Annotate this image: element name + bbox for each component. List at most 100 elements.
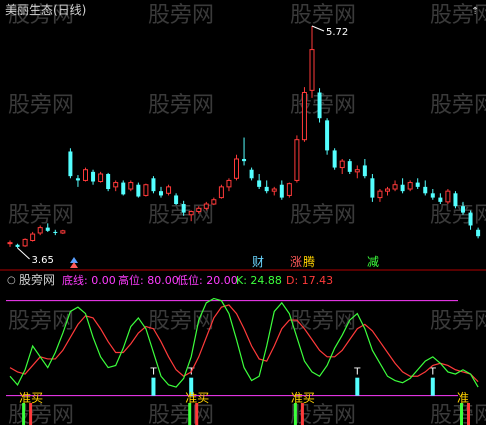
- watermark-text: 股旁网: [148, 403, 214, 425]
- candle: [325, 118, 330, 155]
- buy-signal-bar-green: [460, 403, 463, 425]
- watermark-layer: 股旁网 股旁网 股旁网 股旁网股旁网 股旁网 股旁网 股旁网股旁网 股旁网 股旁网 股旁网股旁网股…: [8, 3, 486, 425]
- watermark-text: 股旁网: [430, 309, 486, 334]
- candle: [347, 158, 352, 174]
- candle: [354, 165, 360, 179]
- candle: [226, 178, 232, 192]
- watermark-text: 股旁网: [148, 309, 214, 334]
- watermark-text: 股旁网: [290, 309, 356, 334]
- watermark-text: 股旁网: [148, 3, 214, 28]
- top-signal-label: T: [353, 367, 361, 378]
- candle: [400, 178, 405, 194]
- indicator-toggle-icon[interactable]: ○: [7, 275, 16, 286]
- watermark-text: 股旁网: [8, 403, 74, 425]
- double-triangle-icon: [70, 257, 78, 268]
- buy-signal-bar-red: [467, 403, 470, 425]
- candle: [218, 184, 224, 199]
- candle: [83, 167, 88, 182]
- candle: [121, 180, 126, 196]
- buy-signal-bar-red: [29, 403, 33, 425]
- candle: [211, 197, 217, 206]
- watermark-text: 股旁网: [148, 93, 214, 118]
- candle: [257, 174, 262, 190]
- event-marker-1: 财: [252, 255, 264, 269]
- candlestick-series: [7, 26, 481, 248]
- candle: [476, 227, 481, 239]
- candle: [174, 193, 179, 206]
- candle: [317, 88, 322, 123]
- candle: [15, 243, 20, 248]
- candle: [22, 238, 28, 247]
- candle: [370, 174, 375, 202]
- buy-signal-bar-green: [293, 403, 297, 425]
- watermark-text: 股旁网: [290, 3, 356, 28]
- candle: [309, 26, 315, 98]
- candle: [294, 135, 300, 183]
- indicator-header: ○ 股旁网 底线: 0.00 高位: 80.00低位: 20.00K: 24.88…: [7, 272, 333, 287]
- candle: [430, 189, 435, 200]
- buy-signal-bar-green: [188, 403, 192, 425]
- buy-signal-label: 准买: [185, 391, 209, 405]
- candle: [362, 158, 367, 179]
- watermark-text: 股旁网: [430, 203, 486, 228]
- d-line: [9, 304, 479, 383]
- price-high-annotation: 5.72: [311, 25, 348, 38]
- buy-signal-label: 准: [457, 391, 469, 405]
- candle: [91, 169, 96, 185]
- candle: [98, 171, 104, 183]
- event-marker-2: 涨: [290, 254, 302, 269]
- watermark-text: 股旁网: [430, 403, 486, 425]
- candle: [166, 184, 172, 196]
- watermark-text: 股旁网: [290, 93, 356, 118]
- candle: [301, 87, 307, 142]
- candle: [445, 189, 451, 205]
- candle: [113, 180, 119, 192]
- watermark-text: 股旁网: [290, 403, 356, 425]
- candle: [339, 158, 345, 174]
- candle: [377, 189, 383, 202]
- chart-canvas: 股旁网 股旁网 股旁网 股旁网股旁网 股旁网 股旁网 股旁网股旁网 股旁网 股旁网 股旁网股旁网股…: [0, 3, 486, 425]
- watermark-text: 股旁网: [8, 93, 74, 118]
- candle: [332, 148, 337, 170]
- candle: [234, 154, 239, 181]
- candle: [453, 191, 458, 209]
- event-marker-4: 减: [367, 255, 379, 269]
- candle: [415, 178, 420, 190]
- price-low-label: 3.65: [32, 255, 54, 266]
- candle: [286, 182, 292, 198]
- indicator-item-1: 底线: 0.00: [62, 273, 116, 287]
- k-line: [9, 297, 479, 388]
- candle: [271, 186, 277, 196]
- candle: [106, 172, 111, 192]
- candle: [60, 229, 66, 235]
- indicator-item-2: 高位: 80.00: [118, 273, 179, 287]
- watermark-text: 股旁网: [8, 203, 74, 228]
- price-low-annotation: 3.65: [17, 247, 54, 266]
- indicator-item-5: D: 17.43: [286, 274, 333, 287]
- candle: [392, 180, 398, 192]
- candle: [264, 180, 269, 194]
- indicator-item-3: 低位: 20.00: [177, 273, 238, 287]
- candle: [30, 231, 36, 242]
- candle: [423, 180, 428, 196]
- buy-signal-label: 准买: [291, 391, 315, 405]
- candle: [159, 186, 163, 198]
- candle: [279, 180, 284, 200]
- indicator-name: 股旁网: [19, 272, 55, 287]
- candle: [53, 229, 58, 236]
- top-signal-bar: [151, 377, 156, 396]
- buy-signal-bar-red: [300, 403, 304, 425]
- candle: [68, 148, 73, 179]
- buy-signal-bar-red: [195, 403, 199, 425]
- event-markers: 财 涨腾 减: [252, 254, 379, 269]
- watermark-text: 股旁网: [430, 93, 486, 118]
- top-signal-label: T: [149, 367, 157, 378]
- event-marker-3: 腾: [303, 254, 315, 269]
- price-high-label: 5.72: [326, 27, 348, 38]
- candle: [151, 176, 156, 194]
- scroll-arrow-icon[interactable]: ⇡: [471, 6, 479, 17]
- candle: [249, 167, 254, 181]
- candle: [143, 183, 149, 197]
- candle: [7, 240, 13, 247]
- buy-signal-label: 准买: [19, 391, 43, 405]
